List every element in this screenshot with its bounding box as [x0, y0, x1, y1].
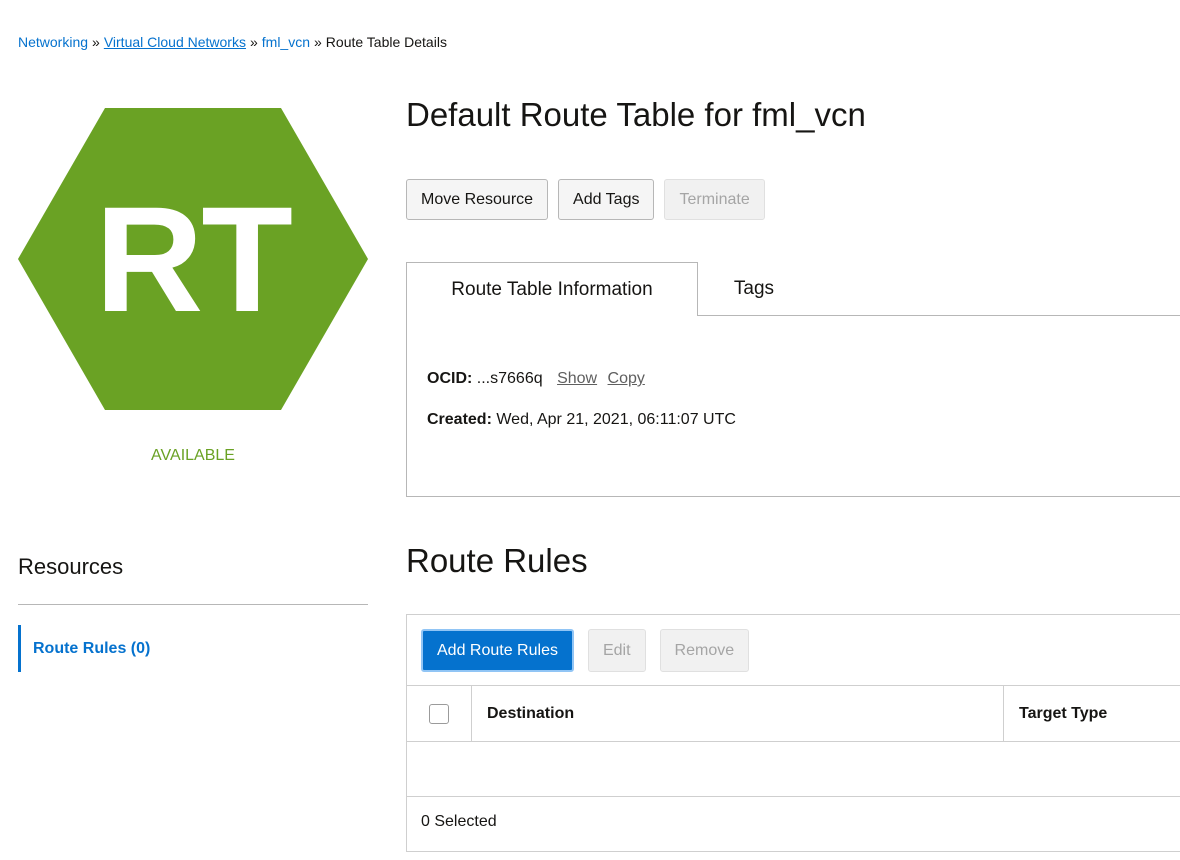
breadcrumb-networking[interactable]: Networking [18, 34, 88, 50]
resources-title: Resources [18, 554, 124, 579]
created-label: Created: [427, 411, 492, 428]
move-resource-button[interactable]: Move Resource [406, 179, 549, 220]
page-title: Default Route Table for fml_vcn [406, 96, 866, 133]
select-all-checkbox[interactable] [429, 703, 449, 724]
resources-item-route-rules[interactable]: Route Rules (0) [18, 625, 150, 672]
add-route-rules-button[interactable]: Add Route Rules [421, 629, 574, 672]
breadcrumb-separator: » [314, 34, 322, 50]
hex-icon-label: RT [95, 174, 293, 343]
ocid-show-link[interactable]: Show [557, 370, 597, 387]
breadcrumb-separator: » [92, 34, 100, 50]
table-toolbar: Add Route Rules Edit Remove [421, 629, 750, 672]
ocid-row: OCID: ...s7666q Show Copy [427, 370, 645, 388]
details-tabs: Route Table Information Tags OCID: ...s7… [406, 262, 1180, 497]
resources-divider [18, 604, 368, 605]
route-rules-title: Route Rules [406, 542, 588, 579]
created-value: Wed, Apr 21, 2021, 06:11:07 UTC [496, 411, 736, 428]
column-divider [1003, 686, 1004, 741]
column-header-destination[interactable]: Destination [487, 686, 574, 741]
table-empty-row [407, 740, 1180, 797]
breadcrumb-current: Route Table Details [325, 34, 447, 50]
terminate-button[interactable]: Terminate [664, 179, 765, 220]
edit-button[interactable]: Edit [587, 629, 646, 672]
tab-route-table-information[interactable]: Route Table Information [406, 262, 698, 316]
route-table-hex-icon: RT [18, 108, 368, 410]
action-bar: Move Resource Add Tags Terminate [406, 179, 765, 220]
breadcrumb: Networking» Virtual Cloud Networks» fml_vc… [18, 34, 447, 50]
route-table-information-panel: OCID: ...s7666q Show Copy Created: Wed, … [406, 315, 1180, 497]
status-badge: AVAILABLE [151, 447, 235, 464]
ocid-label: OCID: [427, 370, 473, 387]
ocid-copy-link[interactable]: Copy [608, 370, 645, 387]
column-header-target-type[interactable]: Target Type [1019, 686, 1107, 741]
breadcrumb-vcn[interactable]: fml_vcn [262, 34, 310, 50]
breadcrumb-separator: » [249, 34, 258, 50]
table-header: Destination Target Type [407, 685, 1180, 742]
add-tags-button[interactable]: Add Tags [558, 179, 655, 220]
created-row: Created: Wed, Apr 21, 2021, 06:11:07 UTC [427, 411, 736, 429]
ocid-value: ...s7666q [476, 370, 543, 387]
remove-button[interactable]: Remove [659, 629, 750, 672]
route-rules-table: Add Route Rules Edit Remove Destination … [406, 614, 1180, 852]
selection-count: 0 Selected [421, 813, 497, 830]
tab-tags[interactable]: Tags [698, 262, 810, 316]
select-all-cell [407, 686, 472, 741]
breadcrumb-virtual-cloud-networks[interactable]: Virtual Cloud Networks [104, 34, 246, 50]
